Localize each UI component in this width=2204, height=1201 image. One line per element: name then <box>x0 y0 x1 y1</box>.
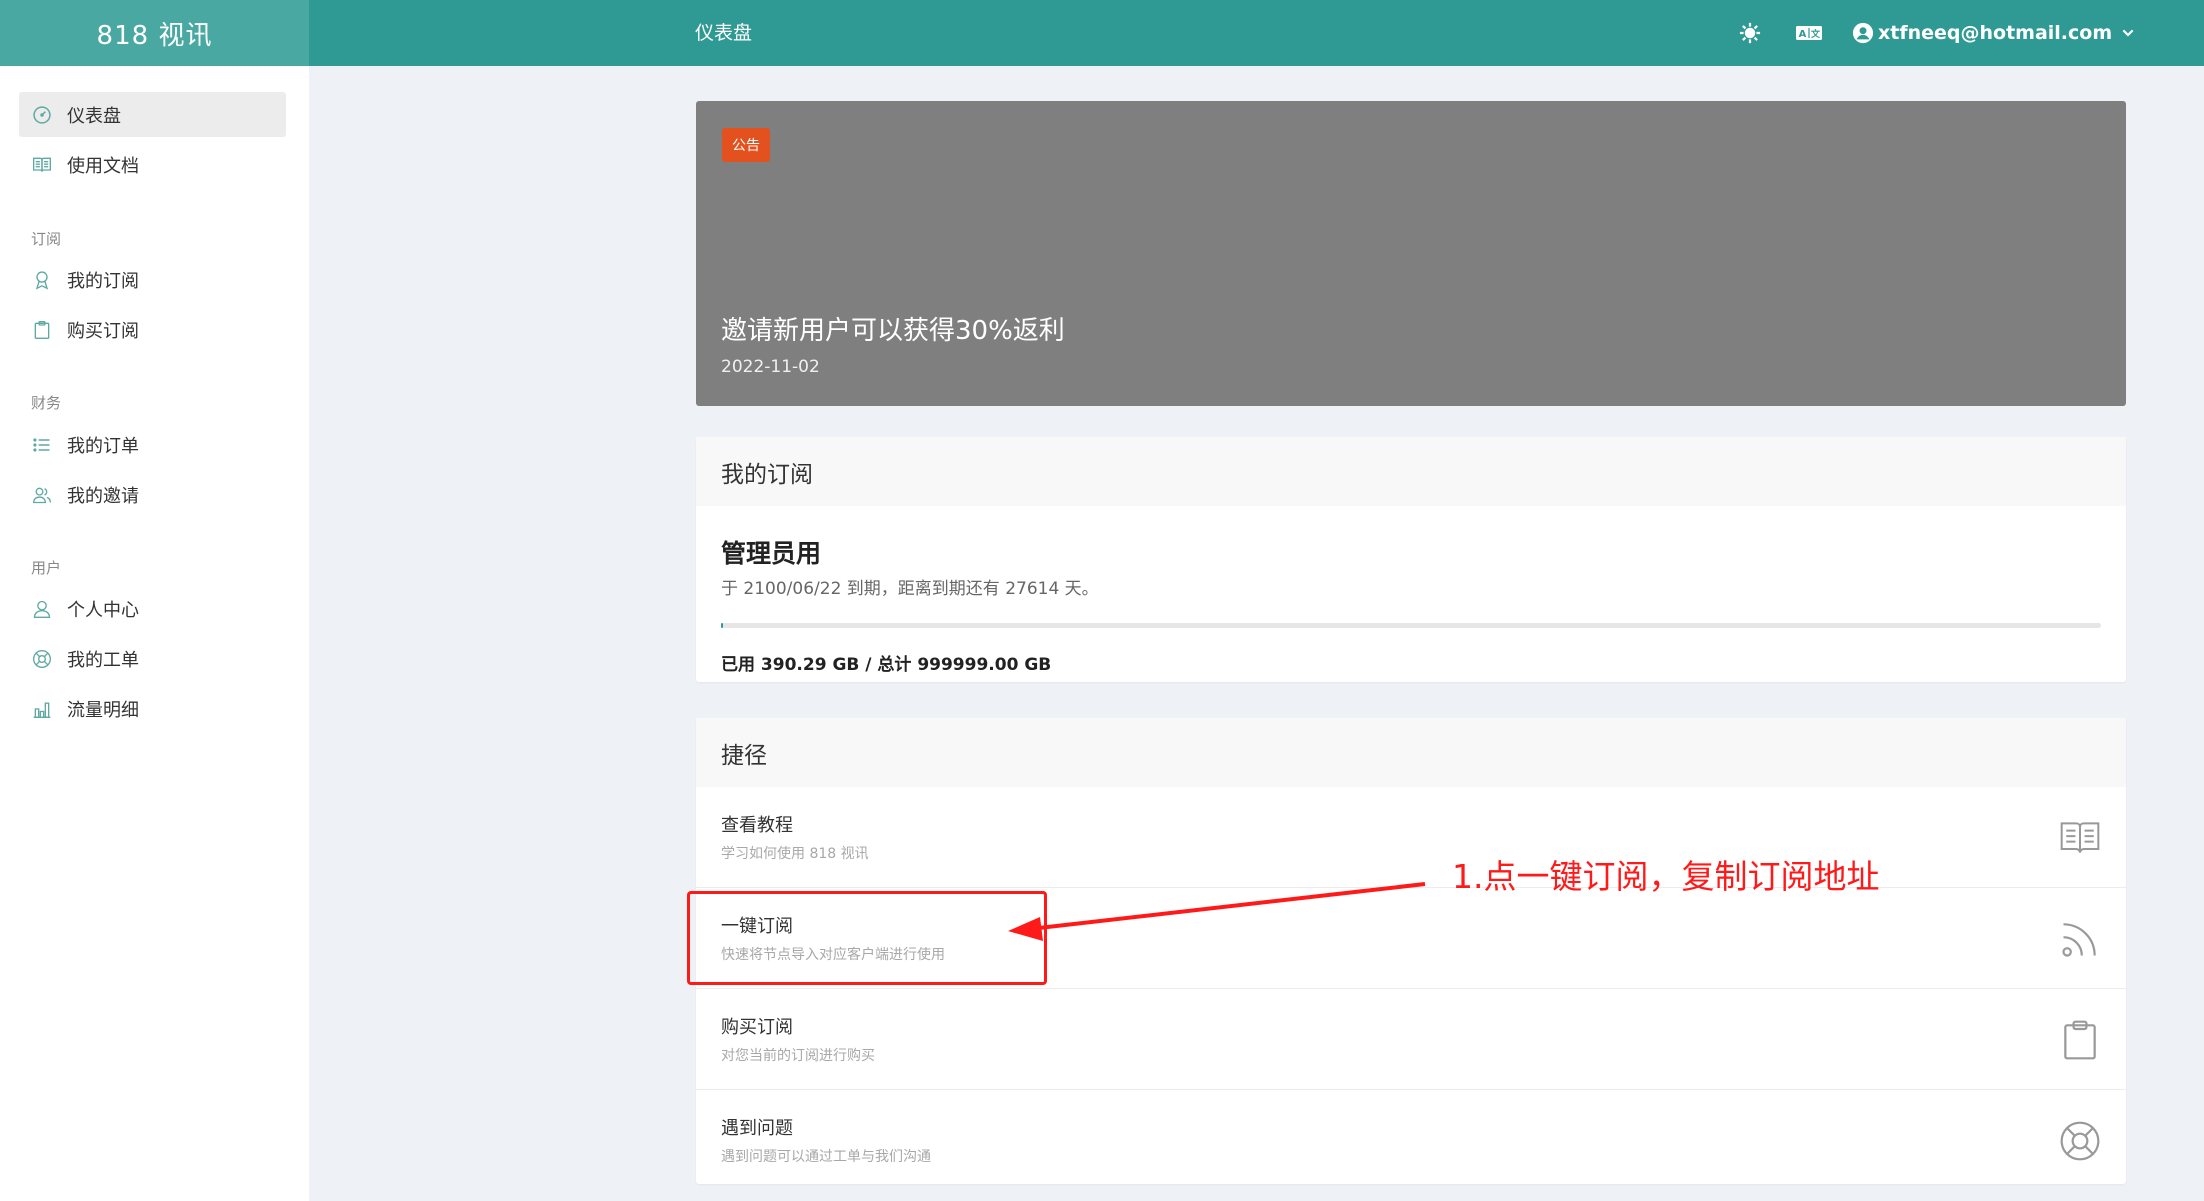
shortcut-title: 查看教程 <box>721 815 793 836</box>
sidebar-item-my-invites[interactable]: 我的邀请 <box>19 472 286 517</box>
svg-text:A: A <box>1799 29 1807 40</box>
book-icon <box>31 154 53 176</box>
sidebar-item-tickets[interactable]: 我的工单 <box>19 636 286 681</box>
shortcut-desc: 遇到问题可以通过工单与我们沟通 <box>721 1149 931 1165</box>
user-email: xtfneeq@hotmail.com <box>1878 22 2113 44</box>
nav-group-subscription: 订阅 <box>31 230 62 248</box>
theme-toggle-icon[interactable] <box>1737 20 1763 46</box>
rss-icon <box>2062 923 2096 957</box>
lifebuoy-icon <box>2060 1121 2100 1161</box>
usage-text: 已用 390.29 GB / 总计 999999.00 GB <box>721 655 1052 675</box>
sidebar-item-label: 我的工单 <box>67 649 139 671</box>
user-avatar-icon <box>1852 22 1874 44</box>
dashboard-icon <box>31 104 53 126</box>
sidebar-item-my-orders[interactable]: 我的订单 <box>19 422 286 467</box>
lifebuoy-icon <box>31 648 53 670</box>
shortcut-get-help[interactable]: 遇到问题 遇到问题可以通过工单与我们沟通 <box>696 1089 2126 1190</box>
chevron-down-icon <box>2122 29 2134 37</box>
expiry-text: 于 2100/06/22 到期，距离到期还有 27614 天。 <box>721 579 1099 599</box>
annotation-text: 1.点一键订阅，复制订阅地址 <box>1452 857 1880 896</box>
sidebar-item-label: 我的订阅 <box>67 270 139 292</box>
users-icon <box>31 484 53 506</box>
subscription-body: 管理员用 于 2100/06/22 到期，距离到期还有 27614 天。 已用 … <box>696 506 2126 682</box>
brand-logo[interactable]: 818 视讯 <box>0 0 309 66</box>
sidebar-item-traffic[interactable]: 流量明细 <box>19 686 286 731</box>
sidebar-item-label: 我的订单 <box>67 435 139 457</box>
shortcut-title: 遇到问题 <box>721 1118 793 1139</box>
sidebar-item-label: 仪表盘 <box>67 105 121 127</box>
user-icon <box>31 598 53 620</box>
sidebar-item-label: 我的邀请 <box>67 485 139 507</box>
nav-group-finance: 财务 <box>31 394 62 412</box>
annotation-highlight-box <box>687 891 1047 985</box>
user-menu[interactable]: xtfneeq@hotmail.com <box>1852 0 2136 66</box>
subscription-card: 我的订阅 管理员用 于 2100/06/22 到期，距离到期还有 27614 天… <box>696 437 2126 682</box>
bar-chart-icon <box>31 698 53 720</box>
svg-text:文: 文 <box>1810 28 1821 40</box>
clipboard-icon <box>31 319 53 341</box>
sidebar-item-label: 购买订阅 <box>67 320 139 342</box>
sidebar-item-label: 使用文档 <box>67 155 139 177</box>
book-icon <box>2060 822 2100 853</box>
sidebar-item-docs[interactable]: 使用文档 <box>19 142 286 187</box>
notice-title: 邀请新用户可以获得30%返利 <box>721 316 1065 346</box>
notice-badge: 公告 <box>722 128 770 162</box>
sidebar-item-label: 个人中心 <box>67 599 139 621</box>
sidebar-item-buy-subscription[interactable]: 购买订阅 <box>19 307 286 352</box>
shortcut-list: 查看教程 学习如何使用 818 视讯 一键订阅 快速将节点导入对应客户端进行使用… <box>696 787 2126 1190</box>
card-title: 我的订阅 <box>696 437 2126 506</box>
plan-name: 管理员用 <box>721 539 822 568</box>
traffic-progress-bar <box>721 623 2101 628</box>
top-header: 818 视讯 仪表盘 A 文 xtfneeq@hotmail.com <box>0 0 2204 66</box>
traffic-progress-fill <box>721 623 724 628</box>
card-title: 捷径 <box>696 718 2126 787</box>
sidebar: 仪表盘 使用文档 订阅 我的订阅 购买订阅 财务 我的订单 我的邀请 用户 个人… <box>0 66 309 1201</box>
page-title: 仪表盘 <box>695 22 753 44</box>
nav-group-user: 用户 <box>31 559 62 577</box>
shortcut-desc: 对您当前的订阅进行购买 <box>721 1048 875 1064</box>
award-icon <box>31 269 53 291</box>
clipboard-icon <box>2064 1020 2096 1060</box>
language-switch-icon[interactable]: A 文 <box>1794 20 1824 46</box>
sidebar-item-my-subscription[interactable]: 我的订阅 <box>19 257 286 302</box>
announcement-banner[interactable]: 公告 邀请新用户可以获得30%返利 2022-11-02 <box>696 101 2126 406</box>
notice-date: 2022-11-02 <box>721 357 820 377</box>
sidebar-item-profile[interactable]: 个人中心 <box>19 586 286 631</box>
shortcut-tutorial[interactable]: 查看教程 学习如何使用 818 视讯 <box>696 787 2126 887</box>
shortcut-buy-subscription[interactable]: 购买订阅 对您当前的订阅进行购买 <box>696 988 2126 1089</box>
list-icon <box>31 434 53 456</box>
shortcut-desc: 学习如何使用 818 视讯 <box>721 846 869 862</box>
sidebar-item-label: 流量明细 <box>67 699 139 721</box>
shortcut-title: 购买订阅 <box>721 1017 793 1038</box>
sidebar-item-dashboard[interactable]: 仪表盘 <box>19 92 286 137</box>
